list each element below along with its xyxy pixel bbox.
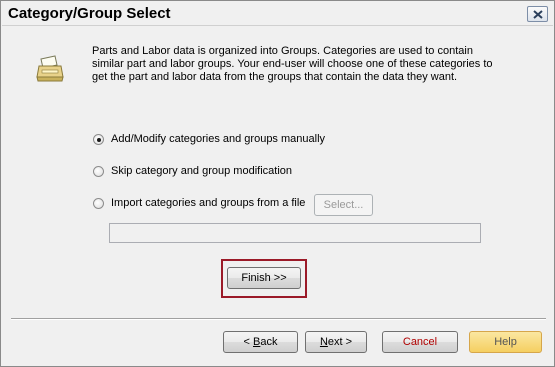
cancel-button[interactable]: Cancel xyxy=(382,331,458,353)
select-file-button[interactable]: Select... xyxy=(314,194,373,216)
dialog-window: Category/Group Select Parts and Labor da… xyxy=(0,0,555,367)
title-bar[interactable]: Category/Group Select xyxy=(2,2,553,26)
finish-button[interactable]: Finish >> xyxy=(227,267,301,289)
option-manual[interactable]: Add/Modify categories and groups manuall… xyxy=(93,133,333,149)
radio-skip[interactable] xyxy=(93,166,104,177)
footer-divider xyxy=(11,318,546,320)
next-rest: ext > xyxy=(327,336,353,348)
close-icon xyxy=(533,10,543,19)
back-rest: ack xyxy=(260,336,278,348)
back-button[interactable]: < Back xyxy=(223,331,298,353)
option-import[interactable]: Import categories and groups from a file xyxy=(93,197,313,213)
description-line: Parts and Labor data is organized into G… xyxy=(92,45,473,57)
option-import-label: Import categories and groups from a file xyxy=(111,197,306,209)
help-button[interactable]: Help xyxy=(469,331,542,353)
option-skip[interactable]: Skip category and group modification xyxy=(93,165,303,181)
description-line: get the part and labor data from the gro… xyxy=(92,71,458,83)
radio-manual[interactable] xyxy=(93,134,104,145)
back-prefix: < xyxy=(243,336,253,348)
option-manual-label: Add/Modify categories and groups manuall… xyxy=(111,133,326,145)
next-accelerator: N xyxy=(319,336,328,348)
file-path-field[interactable] xyxy=(109,223,481,243)
window-title: Category/Group Select xyxy=(8,5,171,22)
close-button[interactable] xyxy=(527,6,548,22)
printer-folder-icon xyxy=(36,55,64,82)
description-text: Parts and Labor data is organized into G… xyxy=(92,45,512,84)
cancel-label: Cancel xyxy=(402,336,438,348)
option-skip-label: Skip category and group modification xyxy=(111,165,292,177)
next-button[interactable]: Next > xyxy=(305,331,367,353)
description-line: similar part and labor groups. Your end-… xyxy=(92,58,493,70)
radio-import[interactable] xyxy=(93,198,104,209)
